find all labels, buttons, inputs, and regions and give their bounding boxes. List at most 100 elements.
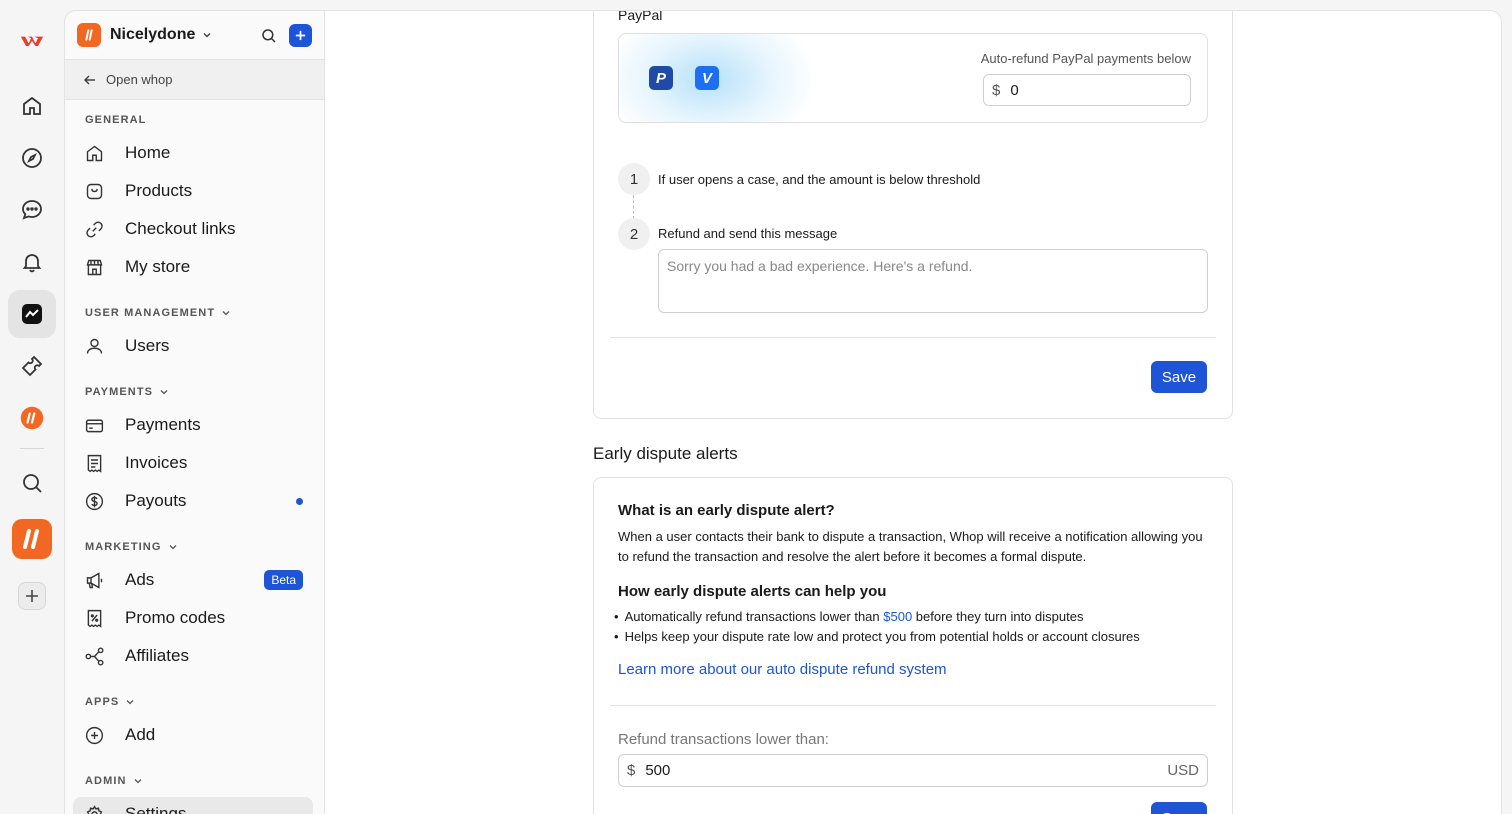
promo-receipt-icon [83,607,105,629]
plus-icon [295,30,306,41]
section-user-management[interactable]: USER MANAGEMENT [85,307,231,319]
search-icon[interactable] [8,459,56,507]
refund-threshold-value: 500 [645,762,671,779]
home-icon [83,142,105,164]
dollar-circle-icon [83,490,105,512]
main-content: PayPal P V Auto-refund PayPal payments b… [325,10,1502,814]
learn-more-link[interactable]: Learn more about our auto dispute refund… [618,661,947,678]
benefit-item-1: Automatically refund transactions lower … [614,609,1084,624]
bell-icon[interactable] [8,238,56,286]
section-payments[interactable]: PAYMENTS [85,386,169,398]
refund-threshold-label: Refund transactions lower than: [618,731,829,748]
step-1-text: If user opens a case, and the amount is … [658,172,981,187]
nicelydone-app-icon[interactable] [8,394,56,442]
auto-refund-label: Auto-refund PayPal payments below [980,51,1191,66]
paypal-config-box: P V Auto-refund PayPal payments below $ … [618,33,1208,123]
workspace-name: Nicelydone [110,26,196,43]
sidebar-item-label: Users [125,336,170,355]
sidebar-item-label: Checkout links [125,219,236,238]
sidebar-item-label: Payments [125,415,201,434]
sidebar-item-label: Payouts [125,491,187,510]
gear-icon [83,803,105,814]
sidebar-item-add[interactable]: Add [73,718,313,752]
chevron-down-icon [134,779,142,784]
auto-refund-input[interactable]: $ 0 [983,74,1191,106]
sidebar-item-label: Products [125,181,193,200]
section-marketing[interactable]: MARKETING [85,541,178,553]
bag-icon [83,180,105,202]
section-title: Early dispute alerts [593,444,738,463]
benefit-item-2: Helps keep your dispute rate low and pro… [614,629,1140,644]
chevron-down-icon [203,32,211,38]
sidebar-item-invoices[interactable]: Invoices [73,446,313,480]
paypal-label: PayPal [618,10,663,23]
chevron-down-icon [222,311,230,316]
sidebar-item-ads[interactable]: Ads Beta [73,563,313,597]
step-2-text: Refund and send this message [658,226,838,241]
paypal-save-button[interactable]: Save [1151,361,1207,393]
sidebar-item-checkout-links[interactable]: Checkout links [73,212,313,246]
notification-dot [296,497,303,505]
add-workspace-icon[interactable] [8,572,56,620]
section-general: GENERAL [85,114,147,126]
workspace-logo-icon [77,23,101,47]
divider [610,337,1216,338]
sidebar-item-payouts[interactable]: Payouts [73,484,313,518]
sidebar-search-icon[interactable] [260,27,278,45]
sidebar-item-my-store[interactable]: My store [73,250,313,284]
section-admin[interactable]: ADMIN [85,775,143,787]
step-number-2: 2 [618,218,650,250]
sidebar-item-label: Add [125,725,156,744]
sidebar-item-users[interactable]: Users [73,329,313,363]
chevron-down-icon [126,700,134,705]
currency-unit: USD [1167,762,1199,779]
step-connector [633,195,634,219]
rail-divider [20,448,44,449]
sidebar-item-label: Affiliates [125,646,189,665]
store-icon [83,256,105,278]
nicelydone-workspace-icon[interactable] [8,515,56,563]
refund-message-textarea[interactable]: Sorry you had a bad experience. Here's a… [658,249,1208,313]
home-icon[interactable] [8,82,56,130]
user-icon [83,335,105,357]
arrow-left-icon [83,74,95,85]
whop-logo-icon[interactable] [8,16,56,64]
open-whop-label: Open whop [106,72,173,87]
sidebar-item-affiliates[interactable]: Affiliates [73,639,313,673]
link-icon [83,218,105,240]
credit-card-icon [83,414,105,436]
currency-symbol: $ [992,81,1001,99]
sidebar-item-label: Home [125,143,171,162]
workspace-switcher[interactable]: Nicelydone [65,11,324,60]
chat-icon[interactable] [8,186,56,234]
app-rail [0,0,64,814]
beta-badge: Beta [264,570,303,590]
currency-symbol: $ [627,762,636,779]
sidebar-item-settings[interactable]: Settings [73,797,313,814]
step-number-1: 1 [618,163,650,195]
sidebar-add-button[interactable] [289,24,312,47]
sidebar-item-products[interactable]: Products [73,174,313,208]
open-whop-link[interactable]: Open whop [65,60,324,100]
sidebar-item-label: Settings [125,804,187,814]
sidebar-item-label: My store [125,257,191,276]
sidebar-item-home[interactable]: Home [73,136,313,170]
dispute-question-2: How early dispute alerts can help you [618,583,887,600]
sidebar-item-label: Invoices [125,453,188,472]
chevron-down-icon [160,390,168,395]
paypal-icon: P [649,66,673,90]
dispute-save-button[interactable]: Save [1151,802,1207,814]
analytics-icon[interactable] [8,290,56,338]
section-apps[interactable]: APPS [85,696,135,708]
dispute-question-1: What is an early dispute alert? [618,502,835,519]
receipt-icon [83,452,105,474]
sidebar-item-label: Promo codes [125,608,226,627]
plus-circle-icon [83,724,105,746]
compass-icon[interactable] [8,134,56,182]
refund-threshold-input[interactable]: $ 500 USD [618,754,1208,787]
divider [610,705,1216,706]
sidebar-item-payments[interactable]: Payments [73,408,313,442]
ticket-icon[interactable] [8,342,56,390]
dispute-description: When a user contacts their bank to dispu… [618,529,1203,564]
sidebar-item-promo-codes[interactable]: Promo codes [73,601,313,635]
